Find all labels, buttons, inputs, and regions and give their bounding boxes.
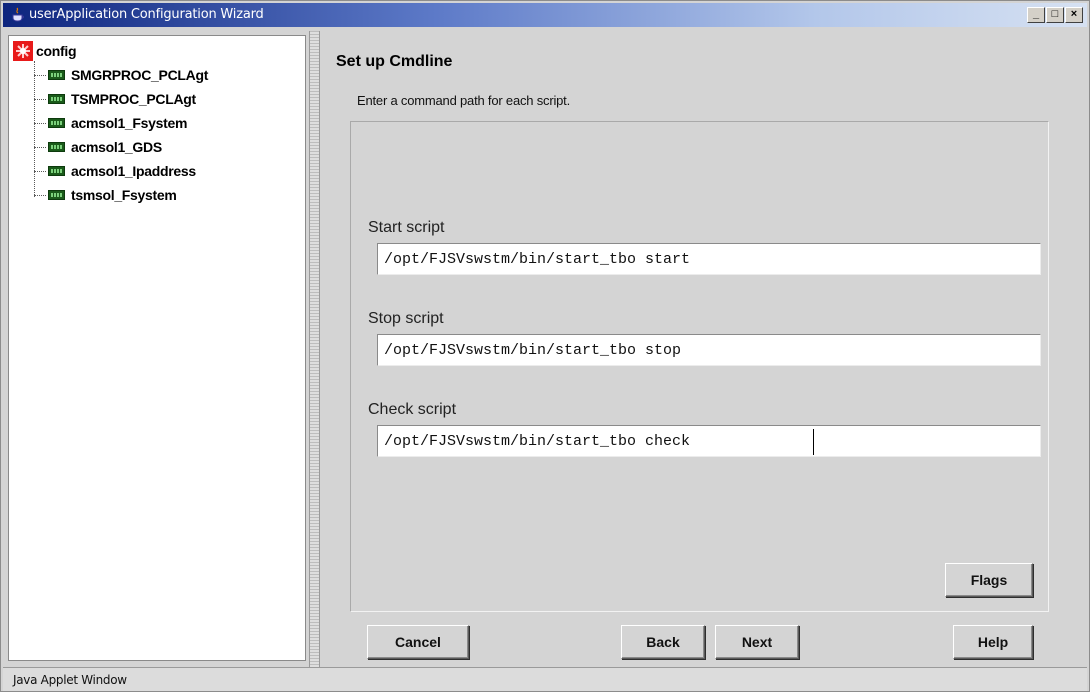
resource-node-icon xyxy=(48,94,65,104)
page-title: Set up Cmdline xyxy=(336,53,453,70)
resource-node-icon xyxy=(48,70,65,80)
close-button[interactable]: × xyxy=(1065,7,1083,23)
check-script-input[interactable] xyxy=(377,425,1041,457)
tree-item-label: tsmsol_Fsystem xyxy=(71,187,177,203)
resource-node-icon xyxy=(48,190,65,200)
start-script-input[interactable] xyxy=(377,243,1041,275)
status-bar: Java Applet Window xyxy=(3,667,1087,691)
window-title: userApplication Configuration Wizard xyxy=(29,7,264,22)
back-button[interactable]: Back xyxy=(621,625,705,659)
tree-item-label: SMGRPROC_PCLAgt xyxy=(71,67,209,83)
tree-item-acmsol1-gds[interactable]: acmsol1_GDS xyxy=(34,137,162,157)
start-script-label: Start script xyxy=(368,219,445,236)
tree-root-label: config xyxy=(36,43,77,59)
tree-item-acmsol1-ipaddress[interactable]: acmsol1_Ipaddress xyxy=(34,161,196,181)
text-caret xyxy=(813,429,814,455)
next-button[interactable]: Next xyxy=(715,625,799,659)
instructions-text: Enter a command path for each script. xyxy=(357,93,570,108)
java-cup-icon xyxy=(12,7,24,22)
tree-item-tsmsol-fsystem[interactable]: tsmsol_Fsystem xyxy=(34,185,177,205)
tree-item-label: TSMPROC_PCLAgt xyxy=(71,91,196,107)
tree-item-tsmproc[interactable]: TSMPROC_PCLAgt xyxy=(34,89,196,109)
cmdline-panel xyxy=(350,121,1049,612)
resource-node-icon xyxy=(48,142,65,152)
check-script-label: Check script xyxy=(368,401,457,418)
red-config-icon xyxy=(13,41,33,61)
resource-node-icon xyxy=(48,166,65,176)
tree-item-label: acmsol1_Ipaddress xyxy=(71,163,196,179)
help-button[interactable]: Help xyxy=(953,625,1033,659)
resource-node-icon xyxy=(48,118,65,128)
stop-script-label: Stop script xyxy=(368,310,444,327)
minimize-button[interactable]: _ xyxy=(1027,7,1045,23)
tree-item-acmsol1-fsystem[interactable]: acmsol1_Fsystem xyxy=(34,113,187,133)
split-pane-divider[interactable] xyxy=(309,31,320,667)
tree-item-label: acmsol1_GDS xyxy=(71,139,162,155)
flags-button[interactable]: Flags xyxy=(945,563,1033,597)
tree-item-label: acmsol1_Fsystem xyxy=(71,115,188,131)
stop-script-input[interactable] xyxy=(377,334,1041,366)
tree-item-smgrproc[interactable]: SMGRPROC_PCLAgt xyxy=(34,65,208,85)
tree-root-config[interactable]: config xyxy=(13,41,77,61)
maximize-button[interactable]: □ xyxy=(1046,7,1064,23)
cancel-button[interactable]: Cancel xyxy=(367,625,469,659)
wizard-window: userApplication Configuration Wizard _ □… xyxy=(0,0,1090,692)
title-bar: userApplication Configuration Wizard _ □… xyxy=(3,3,1087,27)
status-text: Java Applet Window xyxy=(13,673,127,687)
